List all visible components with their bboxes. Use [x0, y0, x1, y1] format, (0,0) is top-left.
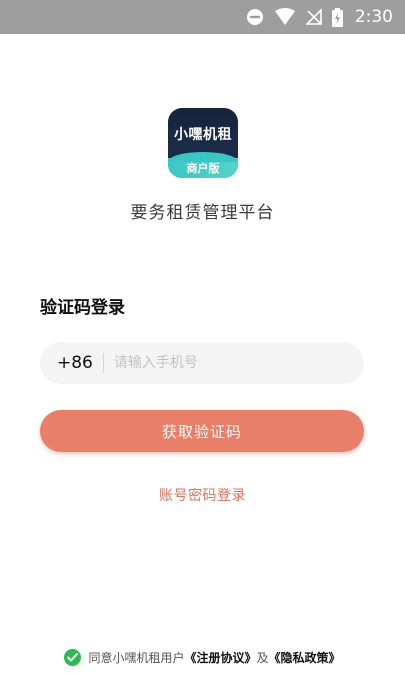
agreement-prefix: 同意小嘿机租用户	[88, 651, 185, 665]
app-logo: 小嘿机租 商户版	[168, 108, 238, 178]
check-icon	[67, 653, 79, 662]
status-bar: 2:30	[0, 0, 405, 34]
divider	[102, 353, 104, 373]
agreement-and: 及	[256, 651, 269, 665]
register-agreement-link[interactable]: 《注册协议》	[184, 649, 256, 666]
logo-subtitle: 商户版	[186, 162, 220, 175]
battery-charging-icon	[331, 7, 343, 27]
status-time: 2:30	[354, 7, 393, 27]
status-icons: 2:30	[246, 0, 393, 34]
no-signal-icon	[305, 8, 322, 26]
password-login-link[interactable]: 账号密码登录	[0, 485, 405, 505]
phone-input-row: +86	[40, 342, 364, 384]
phone-input[interactable]	[113, 343, 344, 383]
country-code[interactable]: +86	[40, 353, 93, 373]
privacy-policy-link[interactable]: 《隐私政策》	[269, 649, 341, 666]
do-not-disturb-icon	[246, 8, 264, 26]
agreement-row: 同意小嘿机租用户 《注册协议》 及 《隐私政策》	[0, 649, 405, 666]
agreement-checkbox[interactable]	[64, 649, 82, 666]
platform-name: 要务租赁管理平台	[130, 203, 275, 223]
get-code-button[interactable]: 获取验证码	[40, 410, 364, 452]
wifi-icon	[274, 8, 296, 26]
login-section-title: 验证码登录	[40, 298, 125, 318]
logo-title: 小嘿机租	[174, 127, 232, 143]
